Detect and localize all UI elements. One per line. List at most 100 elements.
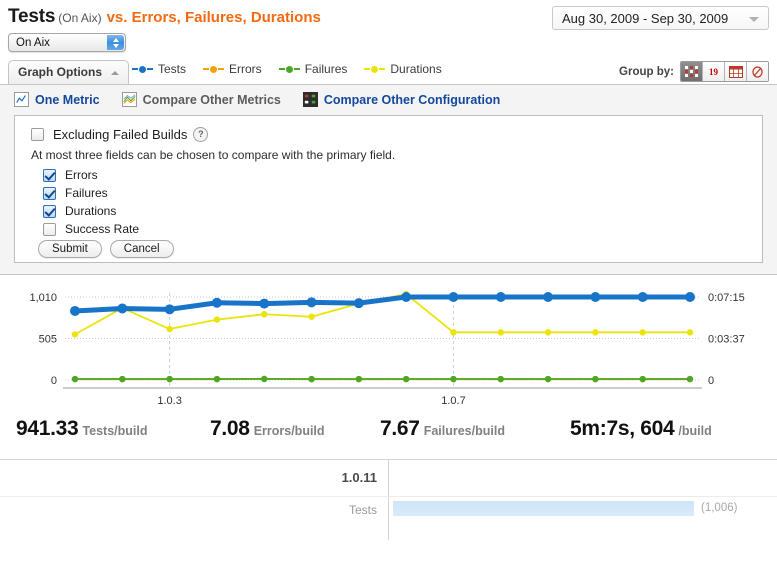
date-range-picker[interactable]: Aug 30, 2009 - Sep 30, 2009	[552, 6, 769, 30]
field-checkbox-durations[interactable]	[43, 204, 56, 218]
line-chart-icon	[14, 92, 29, 107]
caret-up-icon	[111, 70, 120, 75]
breakdown-bar-value: (1,006)	[701, 502, 738, 514]
comparison-field-list: Errors Failures Durations Success Rate	[43, 166, 139, 238]
stat-duration-value: 5m:7s, 604	[570, 417, 675, 440]
page-title-comparison: vs. Errors, Failures, Durations	[106, 9, 321, 26]
legend-label-failures: Failures	[304, 62, 348, 76]
field-checkbox-success-rate[interactable]	[43, 222, 56, 236]
configuration-compare-icon	[302, 92, 318, 107]
legend-label-durations: Durations	[390, 62, 442, 76]
chart-canvas: 1,010 505 0 0:07:15 0:03:37 0 1.0.3 1.0.7	[29, 290, 745, 407]
legend-item-failures[interactable]: Failures	[278, 62, 348, 76]
subtab-compare-other-metrics-label: Compare Other Metrics	[142, 92, 281, 107]
subtab-compare-other-configuration-label: Compare Other Configuration	[323, 92, 501, 107]
field-label-errors: Errors	[65, 168, 98, 182]
page-header: Tests (On Aix) vs. Errors, Failures, Durat…	[0, 0, 777, 58]
stat-errors-value: 7.08	[210, 417, 250, 440]
date-range-value: Aug 30, 2009 - Sep 30, 2009	[562, 11, 729, 26]
breakdown-version-row: 1.0.11	[0, 460, 777, 497]
group-by-day-icon: 19	[709, 66, 718, 77]
svg-text:0:07:15: 0:07:15	[708, 292, 745, 304]
submit-button[interactable]: Submit	[38, 240, 102, 258]
stat-duration-unit: /build	[678, 424, 712, 438]
legend-marker-errors-icon	[203, 65, 225, 73]
svg-text:505: 505	[39, 334, 57, 346]
group-by-label: Group by:	[619, 65, 674, 78]
legend-marker-failures-icon	[278, 65, 300, 73]
exclude-failed-builds-label: Excluding Failed Builds	[53, 127, 188, 142]
stat-failures-value: 7.67	[380, 417, 420, 440]
stat-tests-per-build: 941.33 Tests/build	[16, 417, 148, 441]
options-inner-box: Excluding Failed Builds ? At most three …	[14, 115, 763, 263]
exclude-failed-builds-row: Excluding Failed Builds ?	[31, 127, 209, 142]
field-label-success-rate: Success Rate	[65, 222, 140, 236]
cancel-button[interactable]: Cancel	[109, 240, 174, 258]
options-hint-text: At most three fields can be chosen to co…	[31, 148, 396, 162]
summary-stats: 941.33 Tests/build 7.08 Errors/build 7.67 F…	[0, 407, 777, 460]
group-by-day-button[interactable]: 19	[703, 62, 725, 81]
field-checkbox-failures[interactable]	[43, 186, 56, 200]
field-row-failures: Failures	[43, 184, 139, 202]
field-label-durations: Durations	[65, 204, 117, 218]
graph-options-panel: One Metric Compare Other Metrics Compare…	[0, 85, 777, 275]
stat-tests-unit: Tests/build	[82, 424, 148, 438]
legend-marker-tests-icon	[132, 65, 153, 73]
field-row-durations: Durations	[43, 202, 139, 220]
help-icon[interactable]: ?	[193, 127, 209, 142]
legend-item-durations[interactable]: Durations	[364, 62, 442, 76]
svg-text:0: 0	[708, 375, 714, 387]
field-checkbox-errors[interactable]	[43, 168, 56, 182]
legend-label-errors: Errors	[229, 62, 262, 76]
metric-subtabs: One Metric Compare Other Metrics Compare…	[14, 92, 500, 107]
subtab-one-metric[interactable]: One Metric	[14, 92, 100, 107]
configuration-select-value: On Aix	[16, 37, 50, 49]
breakdown-metric-row[interactable]: Tests (1,006)	[0, 496, 777, 528]
field-label-failures: Failures	[65, 186, 108, 200]
subtab-compare-other-metrics[interactable]: Compare Other Metrics	[121, 92, 281, 107]
tab-strip: Graph Options Tests Errors Failures Dura…	[0, 58, 777, 85]
group-by-month-button[interactable]	[747, 62, 768, 81]
group-by-control: Group by: 19	[619, 61, 769, 82]
configuration-select[interactable]: On Aix	[8, 33, 126, 52]
stat-errors-per-build: 7.08 Errors/build	[210, 417, 325, 441]
exclude-failed-builds-checkbox[interactable]	[31, 128, 44, 141]
stepper-arrows-icon[interactable]	[107, 35, 124, 50]
svg-text:1.0.3: 1.0.3	[157, 395, 181, 407]
stat-duration-per-build: 5m:7s, 604/build	[570, 417, 712, 441]
svg-text:1,010: 1,010	[29, 292, 57, 304]
multi-line-chart-icon	[121, 92, 137, 107]
page-title: Tests (On Aix) vs. Errors, Failures, Durat…	[8, 6, 321, 28]
subtab-compare-other-configuration[interactable]: Compare Other Configuration	[302, 92, 501, 107]
legend-item-tests[interactable]: Tests	[132, 62, 186, 76]
page-title-metric: Tests	[8, 6, 56, 27]
group-by-build-icon	[685, 66, 698, 77]
chevron-down-icon	[749, 17, 759, 22]
stat-failures-per-build: 7.67 Failures/build	[380, 417, 505, 441]
field-row-errors: Errors	[43, 166, 139, 184]
svg-text:0: 0	[51, 375, 57, 387]
legend-item-errors[interactable]: Errors	[203, 62, 262, 76]
page-title-configuration: (On Aix)	[58, 11, 102, 25]
stat-errors-unit: Errors/build	[253, 424, 325, 438]
tab-graph-options[interactable]: Graph Options	[8, 60, 130, 84]
options-button-row: Submit Cancel	[38, 240, 174, 258]
version-breakdown: 1.0.11 Tests (1,006)	[0, 460, 777, 540]
subtab-one-metric-label: One Metric	[35, 92, 100, 107]
stat-tests-value: 941.33	[16, 417, 79, 440]
svg-text:1.0.7: 1.0.7	[441, 395, 465, 407]
breakdown-bar	[393, 501, 694, 516]
svg-text:0:03:37: 0:03:37	[708, 334, 745, 346]
group-by-build-button[interactable]	[681, 62, 703, 81]
group-by-button-group: 19	[680, 61, 769, 82]
breakdown-metric-label: Tests	[348, 503, 377, 517]
metrics-chart: 1,010 505 0 0:07:15 0:03:37 0 1.0.3 1.0.7	[0, 275, 777, 407]
tab-graph-options-label: Graph Options	[18, 65, 102, 79]
group-by-week-icon	[728, 65, 743, 78]
legend-label-tests: Tests	[158, 62, 187, 76]
breakdown-version-label: 1.0.11	[341, 470, 377, 485]
chart-legend: Tests Errors Failures Durations	[132, 62, 442, 76]
field-row-success-rate: Success Rate	[43, 220, 139, 238]
group-by-week-button[interactable]	[725, 62, 747, 81]
stat-failures-unit: Failures/build	[423, 424, 505, 438]
